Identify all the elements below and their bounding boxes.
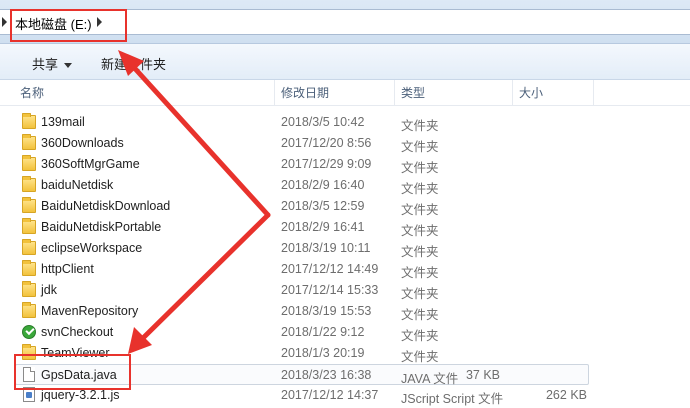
file-row[interactable]: svnCheckout 2018/1/22 9:12 文件夹 — [0, 322, 690, 343]
file-type: 文件夹 — [401, 119, 439, 133]
column-type[interactable]: 类型 — [394, 80, 512, 106]
folder-icon — [22, 239, 36, 255]
folder-icon — [22, 260, 36, 276]
file-modified-date: 2017/12/12 14:37 — [281, 388, 379, 402]
column-name[interactable]: 名称 — [14, 80, 274, 106]
column-modified[interactable]: 修改日期 — [274, 80, 394, 106]
file-modified-date: 2018/3/5 10:42 — [281, 115, 365, 129]
file-type: 文件夹 — [401, 308, 439, 322]
file-type: 文件夹 — [401, 245, 439, 259]
folder-icon — [22, 197, 36, 213]
folder-icon — [22, 155, 36, 171]
file-row[interactable]: BaiduNetdiskPortable 2018/2/9 16:41 文件夹 — [0, 217, 690, 238]
breadcrumb-root-arrow-icon[interactable] — [2, 17, 7, 27]
file-type: 文件夹 — [401, 287, 439, 301]
share-label: 共享 — [32, 57, 59, 72]
file-modified-date: 2017/12/20 8:56 — [281, 136, 372, 150]
file-row[interactable]: BaiduNetdiskDownload 2018/3/5 12:59 文件夹 — [0, 196, 690, 217]
file-name: 360SoftMgrGame — [41, 157, 140, 171]
column-header-row: 名称 修改日期 类型 大小 — [0, 80, 690, 106]
file-type: 文件夹 — [401, 182, 439, 196]
file-type: 文件夹 — [401, 203, 439, 217]
new-folder-button[interactable]: 新建文件夹 — [101, 54, 166, 73]
folder-icon — [22, 113, 36, 129]
file-row[interactable]: MavenRepository 2018/3/19 15:53 文件夹 — [0, 301, 690, 322]
file-row[interactable]: 360Downloads 2017/12/20 8:56 文件夹 — [0, 133, 690, 154]
file-type: 文件夹 — [401, 350, 439, 364]
file-name: eclipseWorkspace — [41, 241, 143, 255]
folder-icon — [22, 218, 36, 234]
file-row[interactable]: eclipseWorkspace 2018/3/19 10:11 文件夹 — [0, 238, 690, 259]
file-modified-date: 2017/12/12 14:49 — [281, 262, 379, 276]
file-modified-date: 2018/3/19 10:11 — [281, 241, 371, 255]
file-modified-date: 2018/3/23 16:38 — [281, 368, 372, 382]
file-row[interactable]: httpClient 2017/12/12 14:49 文件夹 — [0, 259, 690, 280]
folder-icon — [22, 281, 36, 297]
file-modified-date: 2018/3/5 12:59 — [281, 199, 365, 213]
file-size: 262 KB — [545, 388, 587, 402]
file-modified-date: 2018/2/9 16:40 — [281, 178, 365, 192]
file-name: BaiduNetdiskDownload — [41, 199, 171, 213]
file-highlight-box — [14, 354, 131, 390]
file-name: jquery-3.2.1.js — [41, 388, 120, 402]
file-name: MavenRepository — [41, 304, 139, 318]
file-type: JScript Script 文件 — [401, 392, 504, 406]
file-modified-date: 2017/12/29 9:09 — [281, 157, 372, 171]
file-name: 139mail — [41, 115, 85, 129]
folder-icon — [22, 176, 36, 192]
file-name: baiduNetdisk — [41, 178, 114, 192]
file-row[interactable]: 360SoftMgrGame 2017/12/29 9:09 文件夹 — [0, 154, 690, 175]
svn-check-icon — [22, 325, 36, 339]
command-toolbar: 共享 新建文件夹 — [0, 44, 690, 80]
file-row[interactable]: baiduNetdisk 2018/2/9 16:40 文件夹 — [0, 175, 690, 196]
file-type: 文件夹 — [401, 161, 439, 175]
file-type: 文件夹 — [401, 140, 439, 154]
file-type: 文件夹 — [401, 329, 439, 343]
chevron-down-icon — [64, 63, 73, 69]
file-name: svnCheckout — [41, 325, 114, 339]
file-modified-date: 2017/12/14 15:33 — [281, 283, 379, 297]
column-size[interactable]: 大小 — [512, 80, 594, 106]
file-type: 文件夹 — [401, 224, 439, 238]
share-button[interactable]: 共享 — [32, 54, 73, 73]
file-size: 37 KB — [465, 368, 500, 382]
file-type: 文件夹 — [401, 266, 439, 280]
file-name: httpClient — [41, 262, 94, 276]
address-highlight-box — [10, 9, 127, 42]
folder-icon — [22, 134, 36, 150]
file-modified-date: 2018/3/19 15:53 — [281, 304, 372, 318]
file-name: 360Downloads — [41, 136, 124, 150]
file-name: BaiduNetdiskPortable — [41, 220, 162, 234]
folder-icon — [22, 302, 36, 318]
file-name: jdk — [41, 283, 57, 297]
file-modified-date: 2018/1/3 20:19 — [281, 346, 365, 360]
file-modified-date: 2018/2/9 16:41 — [281, 220, 365, 234]
file-row[interactable]: jdk 2017/12/14 15:33 文件夹 — [0, 280, 690, 301]
file-row[interactable]: 139mail 2018/3/5 10:42 文件夹 — [0, 112, 690, 133]
file-modified-date: 2018/1/22 9:12 — [281, 325, 365, 339]
